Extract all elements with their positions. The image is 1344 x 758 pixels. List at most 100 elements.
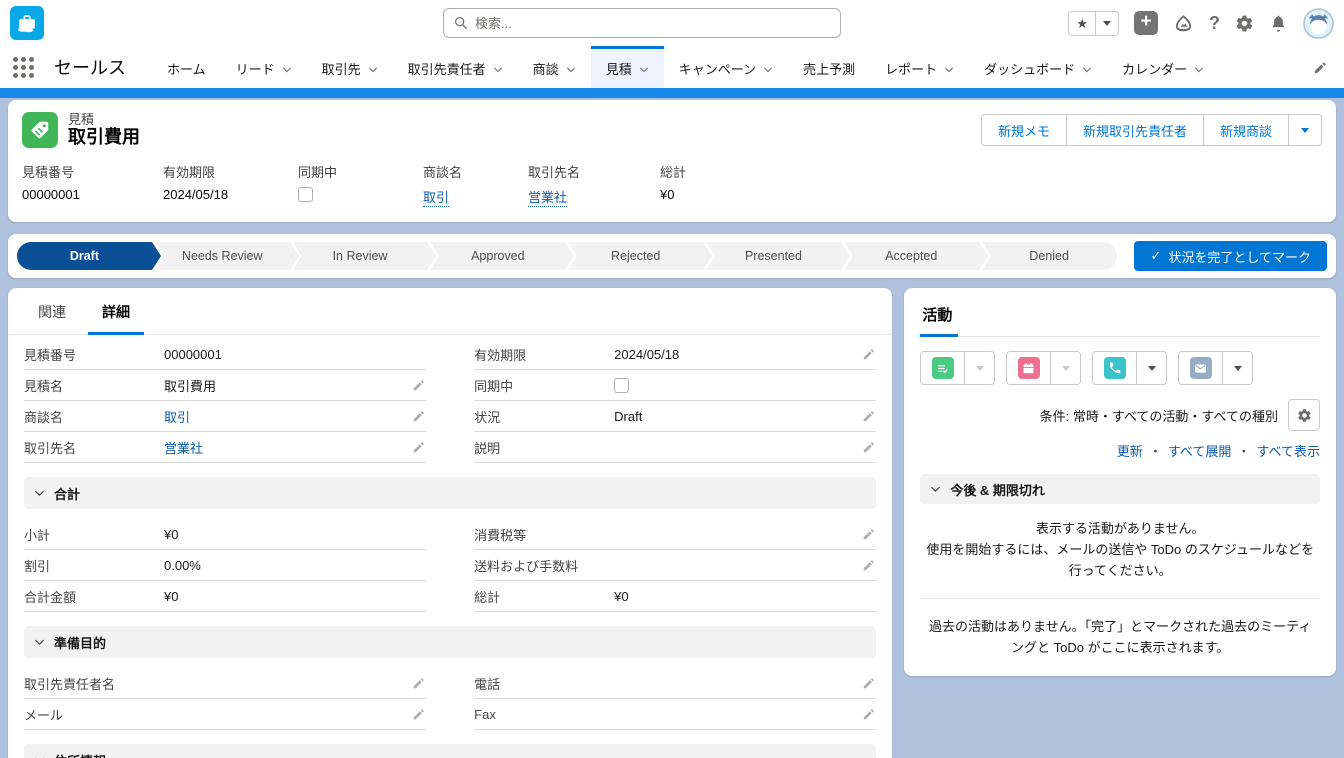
- new-task-button[interactable]: [921, 352, 964, 384]
- field-row-quote-number: 見積番号 00000001: [24, 339, 426, 370]
- account-link[interactable]: 営業社: [164, 441, 203, 457]
- tab-related[interactable]: 関連: [24, 288, 80, 335]
- syncing-checkbox[interactable]: [614, 378, 629, 393]
- favorites-dropdown-button[interactable]: [1095, 12, 1118, 35]
- field-row-shipping-handling: 送料および手数料: [474, 550, 876, 581]
- edit-pencil-icon[interactable]: [860, 409, 876, 423]
- new-event-button[interactable]: [1007, 352, 1050, 384]
- account-link[interactable]: 営業社: [528, 190, 567, 207]
- search-input[interactable]: [475, 16, 830, 31]
- field-label: 商談名: [423, 162, 528, 181]
- app-launcher-button[interactable]: [0, 46, 46, 88]
- email-dropdown-button[interactable]: [1222, 352, 1252, 384]
- highlight-field: 同期中: [298, 162, 423, 206]
- opportunity-link[interactable]: 取引: [164, 410, 190, 426]
- edit-pencil-icon[interactable]: [410, 378, 426, 392]
- no-past-activity-message: 過去の活動はありません。「完了」とマークされた過去のミーティングと ToDo が…: [920, 616, 1320, 658]
- path-step-accepted[interactable]: Accepted: [844, 242, 979, 270]
- path-step-approved[interactable]: Approved: [430, 242, 565, 270]
- nav-tab-home[interactable]: ホーム: [152, 46, 221, 88]
- edit-pencil-icon[interactable]: [410, 409, 426, 423]
- nav-tab-opportunities[interactable]: 商談: [518, 46, 591, 88]
- mark-status-complete-button[interactable]: ✓ 状況を完了としてマーク: [1134, 241, 1327, 271]
- field-value: 2024/05/18: [163, 187, 298, 202]
- upcoming-overdue-section-header[interactable]: 今後 & 期限切れ: [920, 474, 1320, 504]
- chevron-down-icon: [368, 65, 378, 75]
- caret-down-icon: [1062, 366, 1070, 371]
- field-label: 有効期限: [163, 162, 298, 181]
- new-contact-button[interactable]: 新規取引先責任者: [1066, 115, 1203, 145]
- highlight-field: 見積番号 00000001: [22, 162, 163, 206]
- edit-pencil-icon[interactable]: [860, 707, 876, 721]
- user-avatar[interactable]: [1303, 8, 1334, 39]
- field-row-contact-name: 取引先責任者名: [24, 668, 426, 699]
- field-label: 取引先名: [528, 162, 660, 181]
- path-step-draft[interactable]: Draft: [17, 242, 152, 270]
- plus-icon: +: [1140, 11, 1151, 32]
- field-value: 取引費用: [164, 376, 410, 395]
- path-assistant: Draft Needs Review In Review Approved Re…: [8, 234, 1336, 278]
- edit-navigation-pencil-button[interactable]: [1297, 46, 1344, 88]
- activity-settings-button[interactable]: [1288, 399, 1320, 431]
- edit-pencil-icon[interactable]: [860, 347, 876, 361]
- nav-tab-calendar[interactable]: カレンダー: [1107, 46, 1219, 88]
- nav-tab-forecasts[interactable]: 売上予測: [788, 46, 870, 88]
- edit-pencil-icon[interactable]: [410, 676, 426, 690]
- path-step-needs-review[interactable]: Needs Review: [155, 242, 290, 270]
- favorite-star-button[interactable]: ★: [1069, 12, 1095, 35]
- more-actions-dropdown-button[interactable]: [1288, 115, 1321, 145]
- edit-pencil-icon[interactable]: [410, 440, 426, 454]
- opportunity-link[interactable]: 取引: [423, 190, 449, 207]
- help-button[interactable]: ?: [1209, 13, 1220, 34]
- field-label: 消費税等: [474, 525, 614, 544]
- nav-tab-reports[interactable]: レポート: [870, 46, 969, 88]
- section-header-prepared-for[interactable]: 準備目的: [24, 626, 876, 658]
- global-actions-button[interactable]: +: [1134, 11, 1158, 35]
- nav-tab-dashboards[interactable]: ダッシュボード: [969, 46, 1107, 88]
- path-step-denied[interactable]: Denied: [982, 242, 1117, 270]
- path-step-presented[interactable]: Presented: [706, 242, 841, 270]
- call-dropdown-button[interactable]: [1136, 352, 1166, 384]
- global-search[interactable]: [443, 8, 841, 38]
- edit-pencil-icon[interactable]: [860, 676, 876, 690]
- task-dropdown-button[interactable]: [964, 352, 994, 384]
- syncing-checkbox[interactable]: [298, 187, 313, 202]
- caret-down-icon: [1103, 21, 1111, 26]
- trailhead-guidance-button[interactable]: [1173, 13, 1194, 34]
- nav-tab-campaigns[interactable]: キャンペーン: [664, 46, 788, 88]
- tab-details[interactable]: 詳細: [88, 288, 144, 335]
- path-step-rejected[interactable]: Rejected: [568, 242, 703, 270]
- send-email-button[interactable]: [1179, 352, 1222, 384]
- field-value: ¥0: [164, 527, 426, 542]
- edit-pencil-icon[interactable]: [860, 558, 876, 572]
- edit-pencil-icon[interactable]: [410, 707, 426, 721]
- tab-activity[interactable]: 活動: [920, 302, 958, 337]
- nav-tab-quotes[interactable]: 見積: [591, 46, 664, 88]
- field-label: 取引先責任者名: [24, 674, 164, 693]
- field-label: 取引先名: [24, 438, 164, 457]
- section-header-address-information[interactable]: 住所情報: [24, 744, 876, 758]
- nav-tab-leads[interactable]: リード: [221, 46, 307, 88]
- path-step-in-review[interactable]: In Review: [293, 242, 428, 270]
- new-note-button[interactable]: 新規メモ: [982, 115, 1066, 145]
- field-row-expiration-date: 有効期限 2024/05/18: [474, 339, 876, 370]
- new-opportunity-button[interactable]: 新規商談: [1203, 115, 1288, 145]
- expand-all-link[interactable]: すべて展開: [1168, 441, 1232, 460]
- view-all-link[interactable]: すべて表示: [1256, 441, 1320, 460]
- record-detail-panel: 関連 詳細 見積番号 00000001 見積名 取引費用 商談名 取引: [8, 288, 892, 758]
- edit-pencil-icon[interactable]: [860, 527, 876, 541]
- nav-tab-accounts[interactable]: 取引先: [307, 46, 393, 88]
- notifications-bell-button[interactable]: [1269, 14, 1288, 33]
- refresh-link[interactable]: 更新: [1117, 441, 1143, 460]
- chevron-down-icon: [34, 637, 45, 648]
- field-row-subtotal: 小計 ¥0: [24, 519, 426, 550]
- setup-gear-button[interactable]: [1235, 14, 1254, 33]
- event-dropdown-button[interactable]: [1050, 352, 1080, 384]
- section-header-totals[interactable]: 合計: [24, 477, 876, 509]
- caret-down-icon: [976, 366, 984, 371]
- waffle-icon: [13, 57, 34, 78]
- search-icon: [454, 16, 468, 30]
- edit-pencil-icon[interactable]: [860, 440, 876, 454]
- nav-tab-contacts[interactable]: 取引先責任者: [393, 46, 518, 88]
- log-a-call-button[interactable]: [1093, 352, 1136, 384]
